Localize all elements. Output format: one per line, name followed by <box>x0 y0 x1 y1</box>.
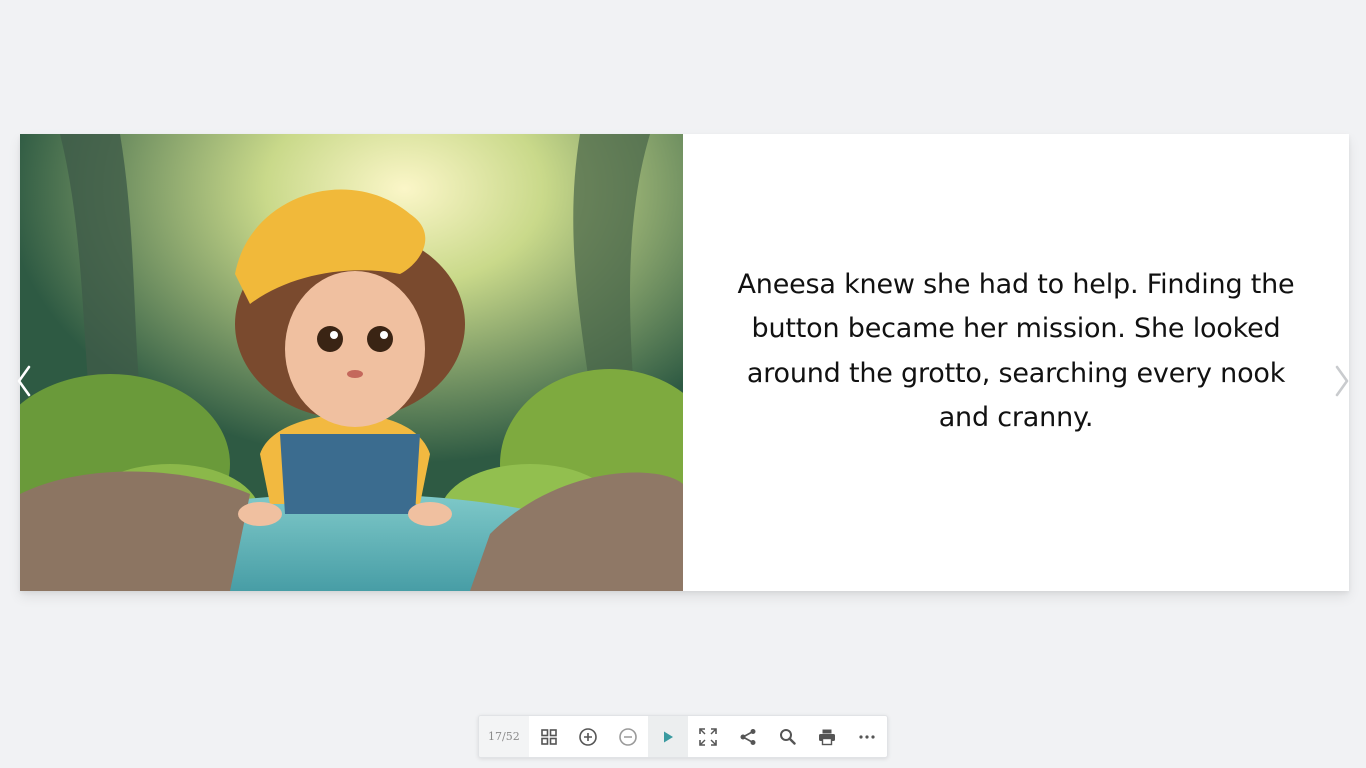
print-icon <box>819 729 836 745</box>
fullscreen-button[interactable] <box>688 716 728 757</box>
fullscreen-icon <box>699 727 717 746</box>
search-button[interactable] <box>768 716 808 757</box>
thumbnails-button[interactable] <box>529 716 569 757</box>
story-text: Aneesa knew she had to help. Finding the… <box>737 268 1295 434</box>
zoom-out-button[interactable] <box>608 716 648 757</box>
more-options-button[interactable] <box>847 716 887 757</box>
share-button[interactable] <box>728 716 768 757</box>
zoom-out-icon <box>619 727 638 746</box>
share-icon <box>740 728 756 745</box>
page-counter: 17/52 <box>479 716 529 757</box>
grid-icon <box>540 728 557 745</box>
next-page-button[interactable] <box>1328 362 1356 400</box>
print-button[interactable] <box>807 716 847 757</box>
text-page: Aneesa knew she had to help. Finding the… <box>683 134 1349 591</box>
more-icon <box>859 734 875 739</box>
search-icon <box>780 729 796 745</box>
play-icon <box>664 731 674 742</box>
chevron-right-icon <box>1335 365 1349 397</box>
chevron-left-icon <box>17 365 31 397</box>
zoom-in-button[interactable] <box>569 716 609 757</box>
previous-page-button[interactable] <box>10 362 38 400</box>
viewer-toolbar: 17/52 <box>478 715 888 758</box>
illustration-page <box>20 134 683 591</box>
flipbook-spread: Aneesa knew she had to help. Finding the… <box>20 134 1349 591</box>
zoom-in-icon <box>579 727 598 746</box>
autoplay-button[interactable] <box>648 716 688 757</box>
story-illustration <box>20 134 683 591</box>
